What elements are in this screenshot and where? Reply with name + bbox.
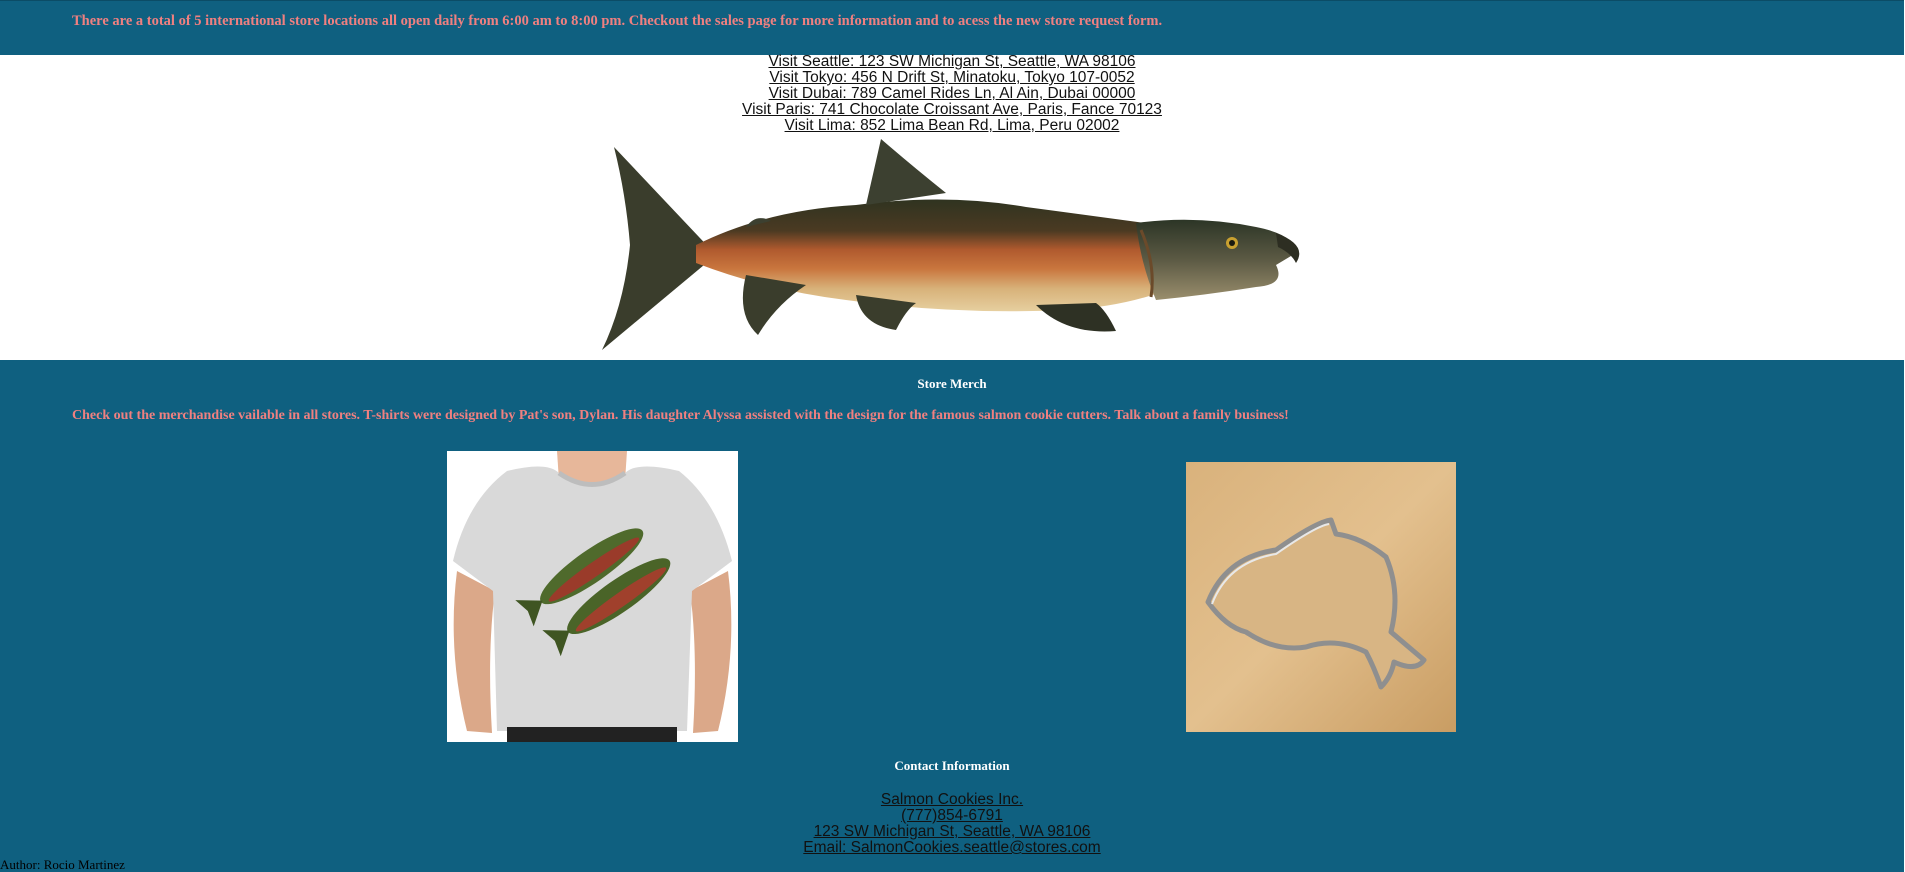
address-link[interactable]: 123 SW Michigan St, Seattle, WA 98106 xyxy=(814,824,1091,840)
phone-link[interactable]: (777)854-6791 xyxy=(901,808,1003,824)
location-link-dubai[interactable]: Visit Dubai: 789 Camel Rides Ln, Al Ain,… xyxy=(769,86,1136,102)
company-link[interactable]: Salmon Cookies Inc. xyxy=(881,792,1023,808)
author-credit: Author: Rocio Martinez xyxy=(0,857,125,872)
contact-info: Salmon Cookies Inc. (777)854-6791 123 SW… xyxy=(0,792,1904,856)
location-link-lima[interactable]: Visit Lima: 852 Lima Bean Rd, Lima, Peru… xyxy=(785,118,1120,134)
store-info-text: There are a total of 5 international sto… xyxy=(72,13,1163,29)
info-banner: There are a total of 5 international sto… xyxy=(0,0,1904,55)
email-link[interactable]: Email: SalmonCookies.seattle@stores.com xyxy=(803,840,1100,856)
location-link-seattle[interactable]: Visit Seattle: 123 SW Michigan St, Seatt… xyxy=(768,54,1135,70)
merch-description: Check out the merchandise vailable in al… xyxy=(72,408,1289,423)
store-locations-list: Visit Seattle: 123 SW Michigan St, Seatt… xyxy=(0,54,1904,134)
store-merch-heading: Store Merch xyxy=(917,376,987,391)
salmon-illustration xyxy=(596,135,1308,357)
location-link-paris[interactable]: Visit Paris: 741 Chocolate Croissant Ave… xyxy=(742,102,1162,118)
location-link-tokyo[interactable]: Visit Tokyo: 456 N Drift St, Minatoku, T… xyxy=(769,70,1134,86)
salmon-tshirt-image xyxy=(447,451,738,742)
store-merch-section: Store Merch Check out the merchandise va… xyxy=(0,360,1904,872)
contact-heading: Contact Information xyxy=(894,758,1010,773)
salmon-cookie-cutter-image xyxy=(1186,462,1456,732)
